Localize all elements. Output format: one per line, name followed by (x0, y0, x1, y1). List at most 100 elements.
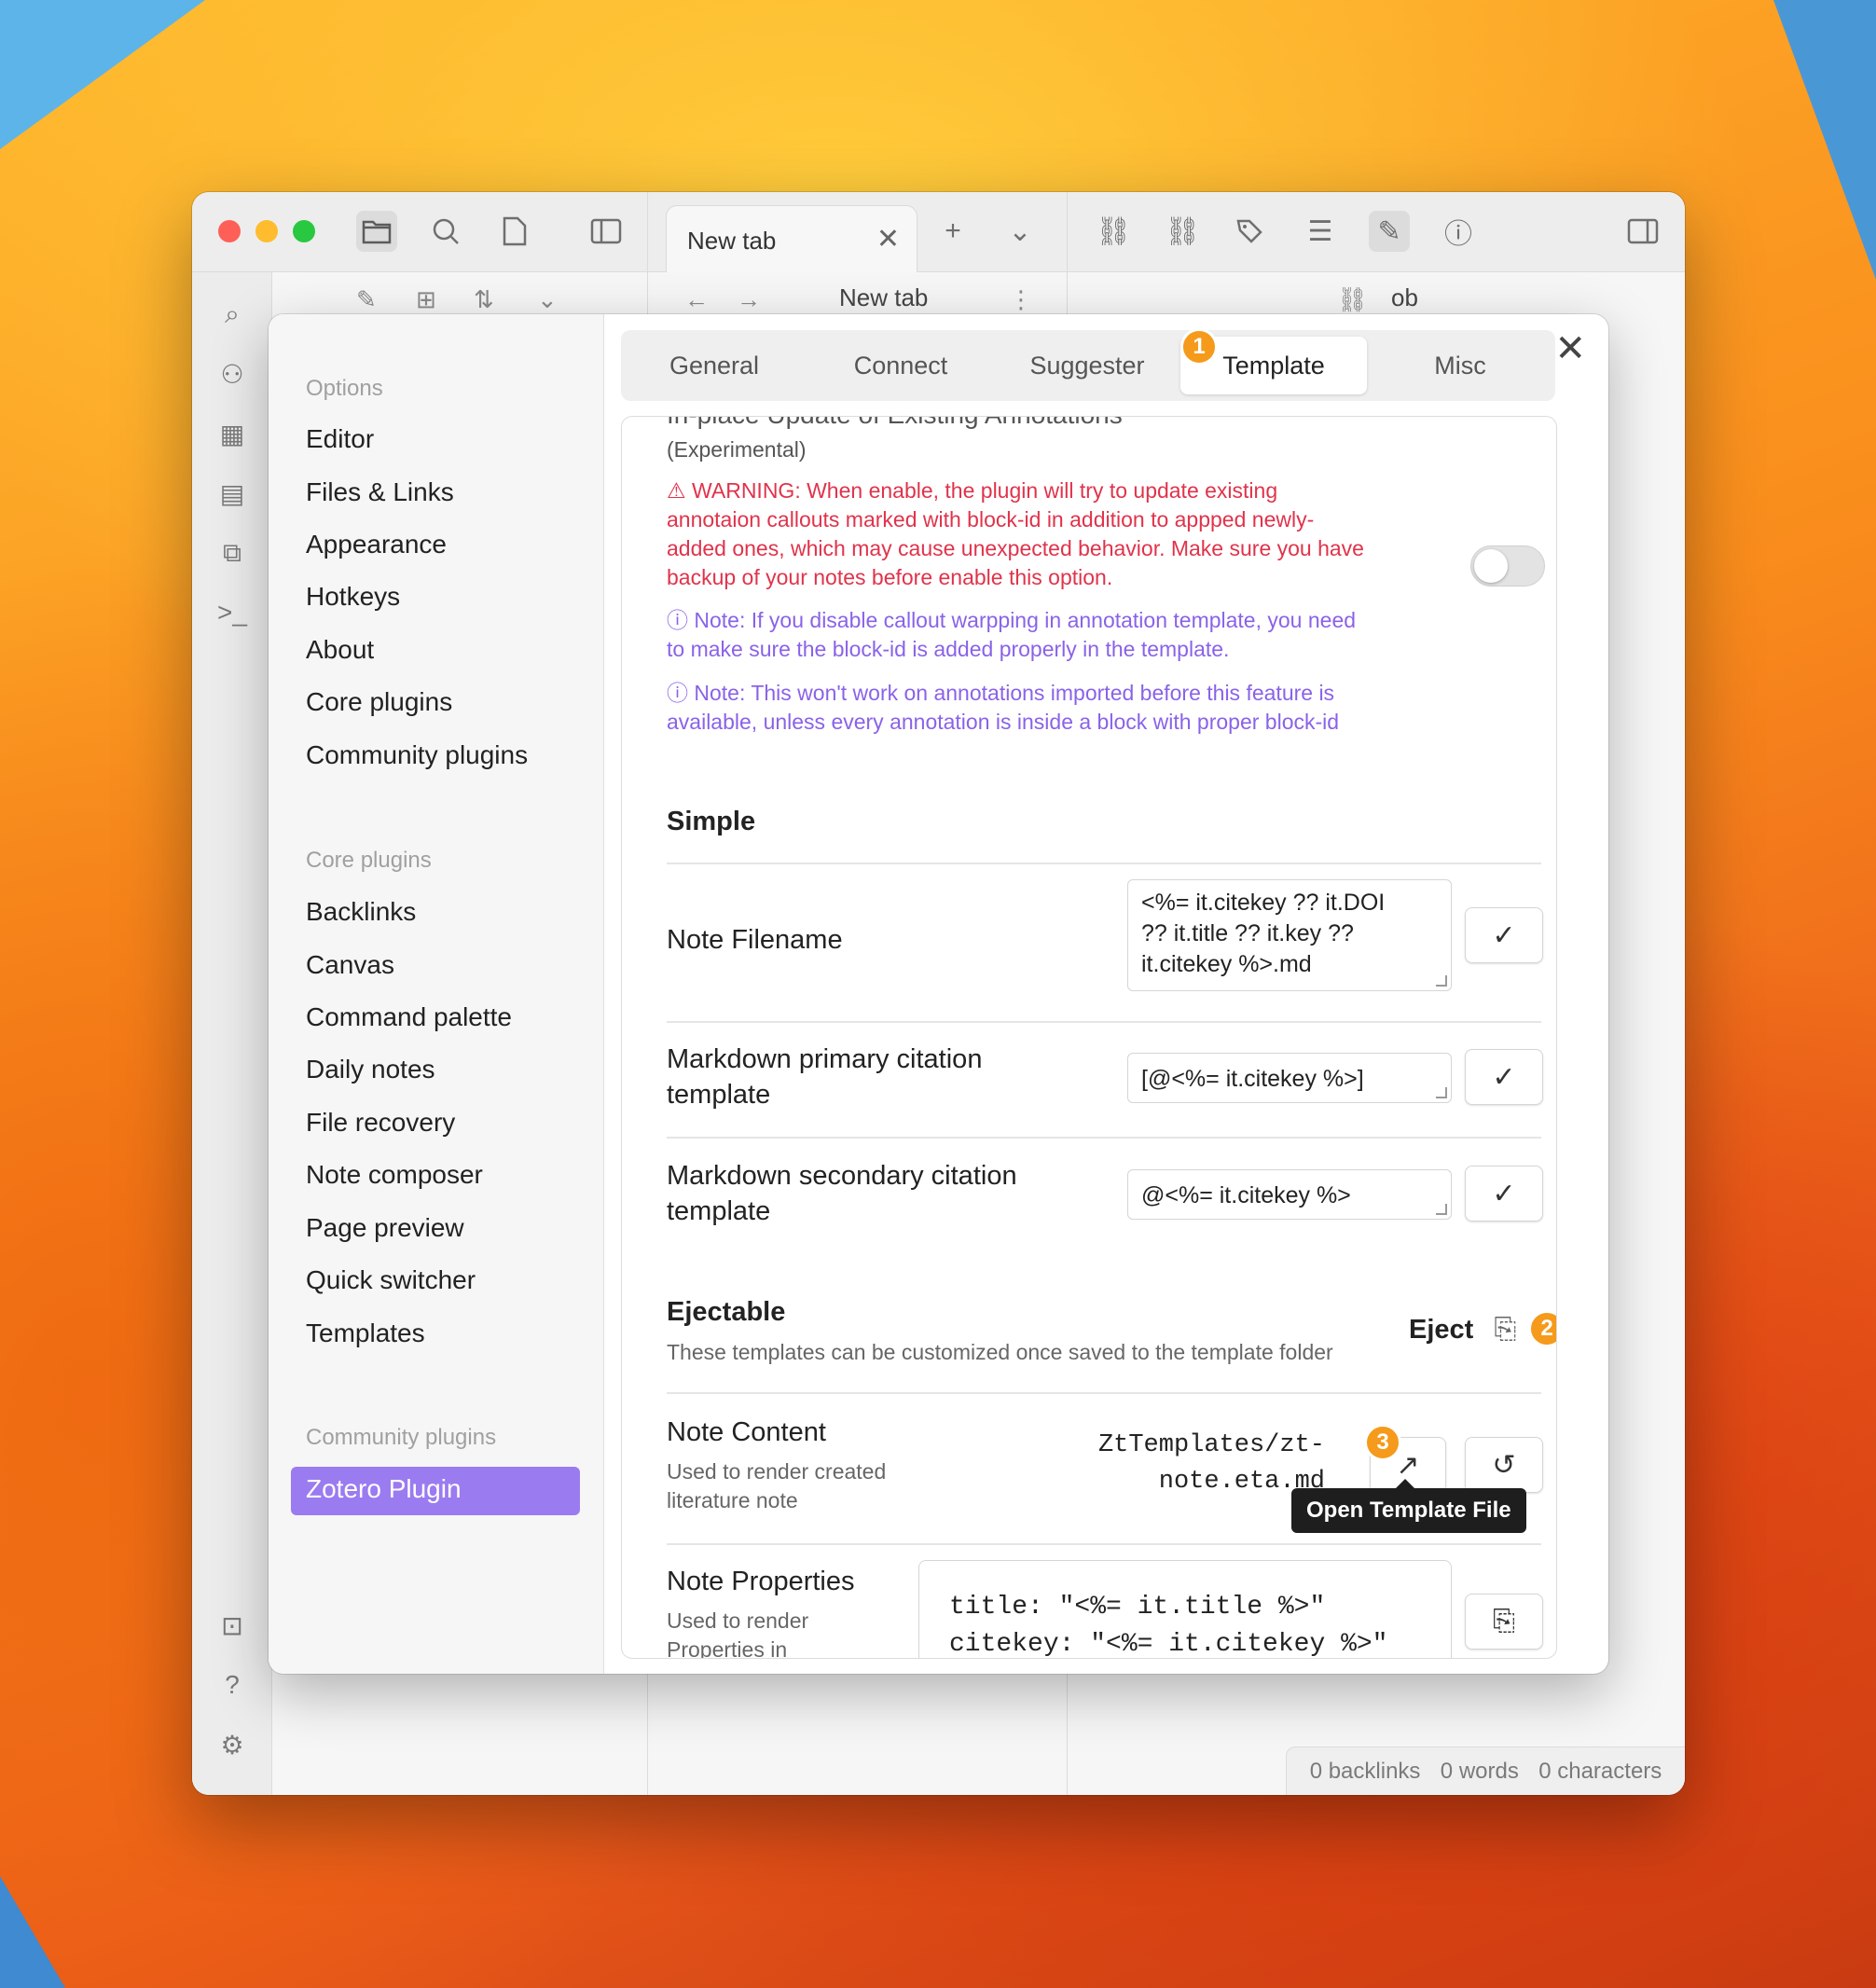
file-search-icon[interactable]: ⌕ (211, 293, 254, 336)
sidebar-item-zotero-plugin[interactable]: Zotero Plugin (291, 1467, 580, 1515)
sidebar-item-core-plugins[interactable]: Core plugins (306, 687, 452, 717)
status-bar: 0 backlinks 0 words 0 characters (1286, 1746, 1685, 1795)
sidebar-item-templates[interactable]: Templates (306, 1318, 425, 1348)
settings-gear-icon[interactable]: ⚙ (211, 1723, 254, 1766)
tab-connect[interactable]: Connect (807, 337, 994, 394)
new-note-icon[interactable]: ✎ (356, 285, 377, 314)
note-properties-preview[interactable]: title: "<%= it.title %>" citekey: "<%= i… (918, 1560, 1452, 1658)
toggle-knob (1474, 549, 1508, 583)
new-tab-icon[interactable]: + (932, 211, 973, 252)
folder-icon[interactable] (356, 211, 397, 252)
inplace-update-toggle[interactable] (1470, 545, 1545, 587)
ribbon: ⌕ ⚇ ▦ ▤ ⧉ >_ ⊡ ? ⚙ (192, 272, 272, 1795)
sidebar-header-community-plugins: Community plugins (306, 1425, 497, 1450)
file-icon[interactable] (494, 211, 535, 252)
sidebar-item-about[interactable]: About (306, 635, 374, 665)
note-filename-input[interactable]: <%= it.citekey ?? it.DOI ?? it.title ?? … (1127, 879, 1452, 991)
tab-general[interactable]: General (621, 337, 807, 394)
warning-line: added ones, which may cause unexpected b… (667, 536, 1364, 560)
reset-template-button[interactable]: ↺ (1465, 1437, 1543, 1493)
copy-icon[interactable]: ⧉ (211, 532, 254, 574)
settings-content[interactable]: In-place Update of Existing Annotations … (621, 416, 1557, 1659)
setting-label-note-properties: Note Properties (667, 1567, 855, 1596)
sidebar-item-page-preview[interactable]: Page preview (306, 1213, 464, 1243)
right-sidebar-toggle-icon[interactable] (1622, 211, 1663, 252)
sidebar-item-canvas[interactable]: Canvas (306, 950, 394, 980)
highlighter-icon[interactable]: ✎ (1369, 211, 1410, 252)
section-heading-ejectable: Ejectable (667, 1297, 786, 1327)
sidebar-item-note-composer[interactable]: Note composer (306, 1160, 483, 1190)
setting-label-primary-citation: Markdown primary citation template (667, 1044, 983, 1110)
divider (667, 1021, 1541, 1023)
sidebar-item-community-plugins[interactable]: Community plugins (306, 740, 528, 770)
settings-sidebar: Options Editor Files & Links Appearance … (269, 314, 604, 1674)
forward-arrow-icon[interactable]: → (737, 285, 761, 314)
tab-title: New tab (687, 227, 777, 255)
import-template-button[interactable]: ⎘ (1465, 1594, 1543, 1650)
more-options-icon[interactable]: ⋮ (1009, 285, 1033, 314)
vault-icon[interactable]: ⊡ (211, 1604, 254, 1647)
outline-list-icon[interactable]: ☰ (1300, 211, 1341, 252)
note-content-desc: literature note (667, 1488, 798, 1512)
note-properties-desc: Used to render (667, 1608, 809, 1633)
tab-misc[interactable]: Misc (1367, 337, 1553, 394)
sidebar-item-command-palette[interactable]: Command palette (306, 1002, 512, 1032)
collapse-icon[interactable]: ⌄ (537, 285, 558, 314)
settings-modal: Options Editor Files & Links Appearance … (269, 314, 1608, 1674)
terminal-icon[interactable]: >_ (211, 591, 254, 634)
back-arrow-icon[interactable]: ← (684, 285, 709, 314)
word-count: 0 words (1440, 1758, 1519, 1784)
zoom-window-button[interactable] (293, 220, 315, 242)
search-icon[interactable] (425, 211, 466, 252)
sidebar-item-quick-switcher[interactable]: Quick switcher (306, 1265, 476, 1295)
tab-suggester[interactable]: Suggester (994, 337, 1180, 394)
outgoing-link-icon[interactable]: ⛓ (1162, 211, 1203, 252)
titlebar: New tab ✕ + ⌄ ⛓ ⛓ ☰ ✎ ⓘ (192, 192, 1685, 272)
sidebar-item-editor[interactable]: Editor (306, 424, 374, 454)
info-icon[interactable]: ⓘ (1438, 211, 1479, 252)
link-icon: ⛓ (1337, 285, 1369, 313)
minimize-window-button[interactable] (255, 220, 278, 242)
setting-label-secondary-citation: Markdown secondary citation template (667, 1161, 1017, 1226)
close-tab-icon[interactable]: ✕ (876, 223, 900, 255)
close-window-button[interactable] (218, 220, 241, 242)
sidebar-header-core-plugins: Core plugins (306, 848, 432, 873)
step-badge-1: 1 (1180, 328, 1218, 366)
sidebar-item-file-recovery[interactable]: File recovery (306, 1108, 455, 1138)
primary-citation-input[interactable]: [@<%= it.citekey %>] (1127, 1053, 1452, 1103)
backlinks-count[interactable]: 0 backlinks (1310, 1759, 1421, 1785)
note-line: to make sure the block-id is added prope… (667, 637, 1230, 661)
note-line: ⓘ Note: If you disable callout warpping … (667, 608, 1357, 632)
sidebar-item-backlinks[interactable]: Backlinks (306, 897, 416, 927)
new-folder-icon[interactable]: ⊞ (416, 285, 436, 314)
template-path: ZtTemplates/zt- note.eta.md (1097, 1431, 1325, 1496)
close-modal-icon[interactable]: ✕ (1554, 327, 1586, 370)
tag-icon[interactable] (1231, 211, 1272, 252)
open-template-file-tooltip: Open Template File (1291, 1479, 1526, 1533)
grid-icon[interactable]: ▦ (211, 412, 254, 455)
secondary-citation-input[interactable]: @<%= it.citekey %> (1127, 1169, 1452, 1220)
sidebar-item-daily-notes[interactable]: Daily notes (306, 1055, 435, 1084)
chevron-down-icon[interactable]: ⌄ (1000, 211, 1041, 252)
warning-line: ⚠ WARNING: When enable, the plugin will … (667, 478, 1278, 503)
eject-button[interactable]: Eject ⎘ (1409, 1314, 1516, 1346)
tab-new-tab[interactable]: New tab ✕ (666, 205, 917, 272)
confirm-primary-citation-button[interactable]: ✓ (1465, 1049, 1543, 1105)
experimental-label: (Experimental) (667, 437, 807, 462)
settings-tab-bar: General Connect Suggester Template Misc (621, 330, 1555, 401)
step-badge-2: 2 (1528, 1310, 1556, 1347)
sidebar-toggle-icon[interactable] (586, 211, 627, 252)
sidebar-item-files-links[interactable]: Files & Links (306, 477, 454, 507)
sort-icon[interactable]: ⇅ (474, 285, 494, 314)
graph-icon[interactable]: ⚇ (211, 352, 254, 395)
confirm-secondary-citation-button[interactable]: ✓ (1465, 1166, 1543, 1222)
calendar-icon[interactable]: ▤ (211, 472, 254, 515)
sidebar-item-appearance[interactable]: Appearance (306, 530, 447, 559)
confirm-filename-button[interactable]: ✓ (1465, 907, 1543, 963)
right-pane-title: ob (1391, 283, 1418, 311)
link-icon[interactable]: ⛓ (1093, 211, 1134, 252)
pane-title: New tab (839, 283, 929, 311)
note-properties-desc: Properties in (667, 1637, 788, 1659)
help-icon[interactable]: ? (211, 1664, 254, 1706)
sidebar-item-hotkeys[interactable]: Hotkeys (306, 582, 400, 612)
